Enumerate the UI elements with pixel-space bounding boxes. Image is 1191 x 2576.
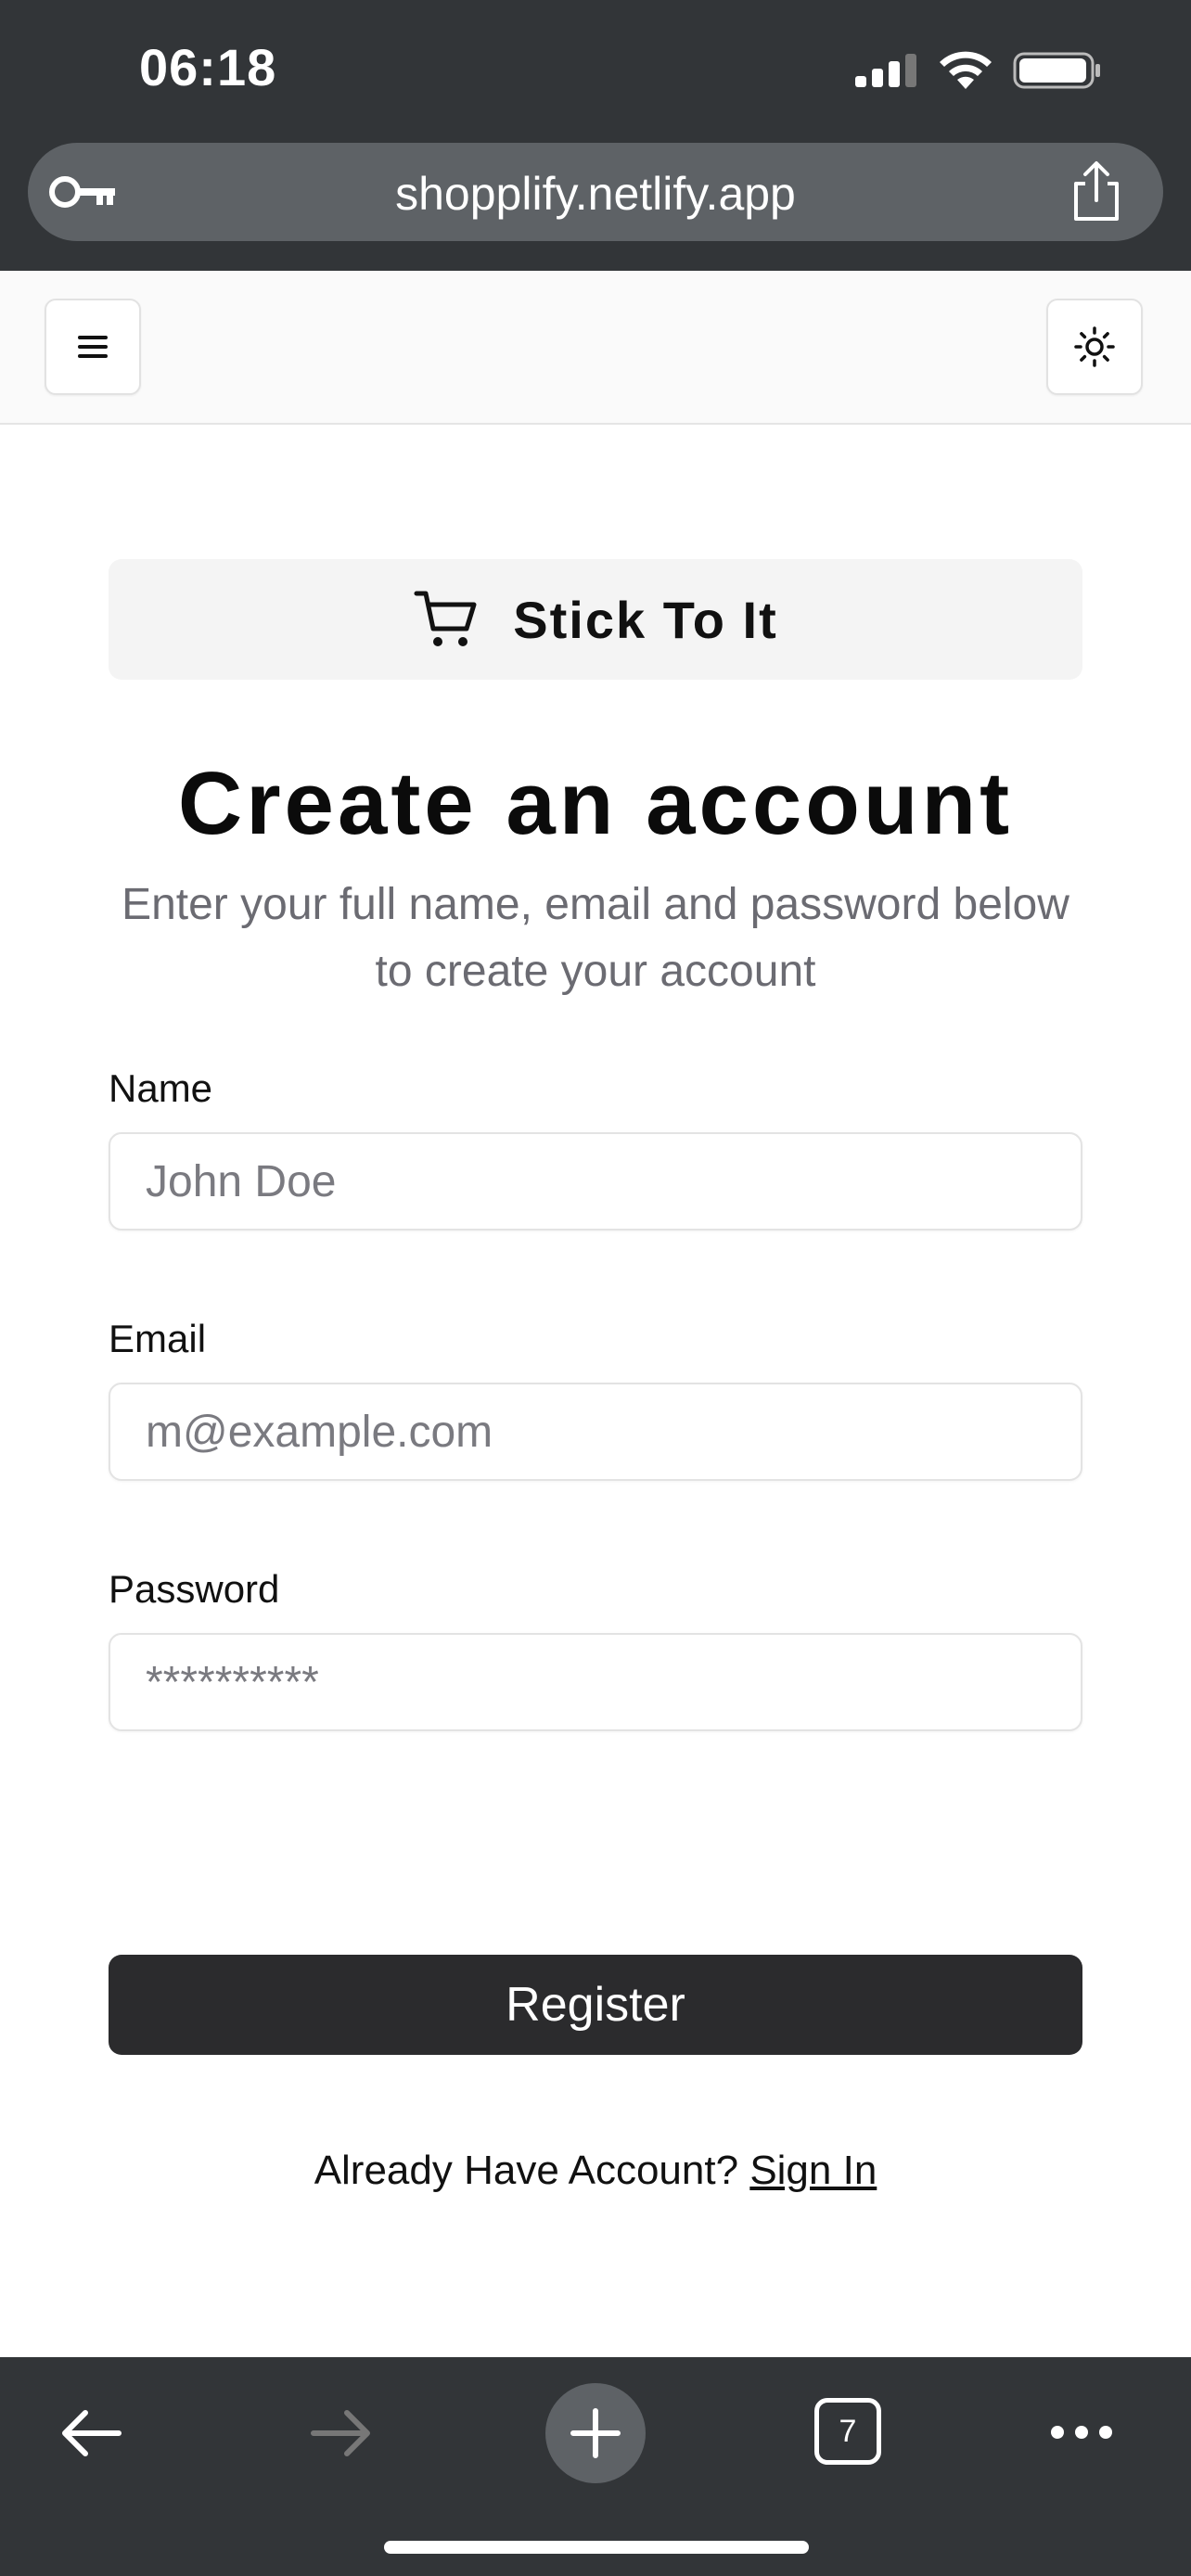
more-options-icon[interactable] [1044,2409,1119,2455]
browser-status-bar: 06:18 shopplify.netlify.app [0,0,1191,271]
back-arrow-icon[interactable] [52,2394,130,2472]
page-title: Create an account [177,754,1014,853]
new-tab-button[interactable] [545,2383,646,2483]
password-input[interactable] [109,1633,1082,1731]
theme-toggle-button[interactable] [1046,299,1143,395]
name-label: Name [109,1066,213,1110]
signin-prompt-row: Already Have Account? Sign In [0,2148,1191,2194]
hamburger-menu-icon [78,336,108,358]
brand-name: Stick To It [513,590,778,649]
app-header [0,271,1191,425]
register-button[interactable]: Register [109,1955,1082,2055]
url-text[interactable]: shopplify.netlify.app [28,167,1163,221]
tabs-count-button[interactable]: 7 [814,2398,881,2465]
battery-icon [1013,52,1100,89]
wifi-icon [940,51,992,89]
name-input[interactable] [109,1132,1082,1231]
signin-link[interactable]: Sign In [749,2148,877,2193]
cellular-signal-icon [855,54,916,87]
email-label: Email [109,1317,207,1360]
brand-banner[interactable]: Stick To It [109,559,1082,680]
page-subtitle: Enter your full name, email and password… [122,880,1069,996]
sun-icon [1074,326,1115,367]
forward-arrow-icon[interactable] [302,2394,380,2472]
plus-icon [570,2408,621,2458]
home-indicator [384,2541,809,2554]
share-icon[interactable] [1067,159,1126,224]
status-time: 06:18 [139,38,277,96]
signin-prompt-text: Already Have Account? [314,2148,739,2193]
shopping-cart-icon [414,591,477,646]
address-bar[interactable]: shopplify.netlify.app [28,143,1163,241]
password-label: Password [109,1567,280,1611]
menu-button[interactable] [45,299,141,395]
email-input[interactable] [109,1383,1082,1481]
